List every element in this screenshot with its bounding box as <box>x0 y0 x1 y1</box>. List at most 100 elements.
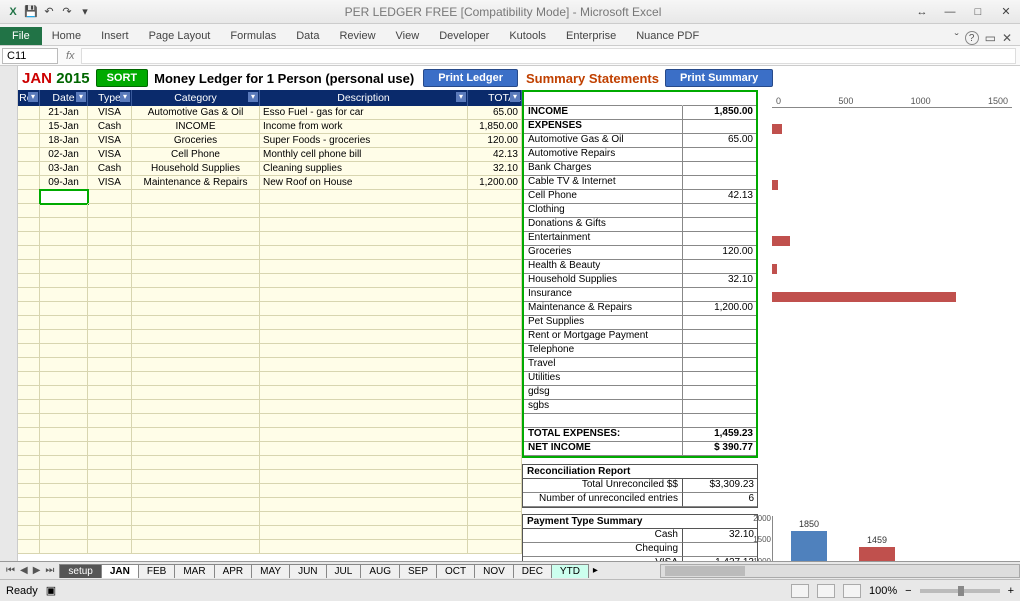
zoom-percent[interactable]: 100% <box>869 585 897 597</box>
cell-type[interactable] <box>88 246 132 260</box>
cell-rec[interactable] <box>18 288 40 302</box>
cell-total[interactable] <box>468 260 522 274</box>
cell-rec[interactable] <box>18 330 40 344</box>
ribbon-tab[interactable]: Home <box>42 27 91 45</box>
cell-type[interactable]: Cash <box>88 162 132 176</box>
ledger-row[interactable] <box>18 400 522 414</box>
cell-description[interactable]: New Roof on House <box>260 176 468 190</box>
cell-description[interactable] <box>260 540 468 554</box>
cell-total[interactable] <box>468 456 522 470</box>
ledger-row[interactable] <box>18 456 522 470</box>
cell-rec[interactable] <box>18 134 40 148</box>
cell-date[interactable] <box>40 218 88 232</box>
view-pagebreak-button[interactable] <box>843 584 861 598</box>
cell-date[interactable] <box>40 386 88 400</box>
zoom-out-button[interactable]: − <box>905 585 911 597</box>
cell-date[interactable] <box>40 484 88 498</box>
cell-category[interactable] <box>132 540 260 554</box>
cell-description[interactable] <box>260 512 468 526</box>
cell-category[interactable] <box>132 246 260 260</box>
cell-category[interactable] <box>132 372 260 386</box>
cell-type[interactable]: Cash <box>88 120 132 134</box>
cell-total[interactable] <box>468 400 522 414</box>
cell-category[interactable] <box>132 232 260 246</box>
cell-category[interactable] <box>132 386 260 400</box>
view-layout-button[interactable] <box>817 584 835 598</box>
tab-first-icon[interactable]: ⏮ <box>4 565 17 576</box>
cell-total[interactable]: 1,200.00 <box>468 176 522 190</box>
ribbon-tab[interactable]: Formulas <box>220 27 286 45</box>
ledger-row[interactable] <box>18 260 522 274</box>
cell-category[interactable]: Groceries <box>132 134 260 148</box>
sheet-tab[interactable]: JUN <box>289 564 326 578</box>
ledger-row[interactable]: 02-JanVISACell PhoneMonthly cell phone b… <box>18 148 522 162</box>
ledger-row[interactable] <box>18 344 522 358</box>
ledger-row[interactable]: 15-JanCashINCOMEIncome from work1,850.00 <box>18 120 522 134</box>
cell-date[interactable] <box>40 400 88 414</box>
cell-date[interactable] <box>40 302 88 316</box>
cell-date[interactable] <box>40 288 88 302</box>
ledger-row[interactable] <box>18 232 522 246</box>
cell-rec[interactable] <box>18 316 40 330</box>
filter-icon[interactable]: ▾ <box>28 92 38 102</box>
ledger-row[interactable] <box>18 526 522 540</box>
cell-type[interactable] <box>88 260 132 274</box>
cell-rec[interactable] <box>18 442 40 456</box>
cell-rec[interactable] <box>18 456 40 470</box>
cell-total[interactable] <box>468 232 522 246</box>
cell-category[interactable]: Household Supplies <box>132 162 260 176</box>
worksheet[interactable]: JAN 2015 SORT Money Ledger for 1 Person … <box>0 66 1020 579</box>
cell-type[interactable]: VISA <box>88 134 132 148</box>
ledger-row[interactable] <box>18 358 522 372</box>
cell-date[interactable] <box>40 274 88 288</box>
cell-total[interactable] <box>468 190 522 204</box>
cell-category[interactable] <box>132 274 260 288</box>
filter-icon[interactable]: ▾ <box>456 92 466 102</box>
cell-type[interactable] <box>88 414 132 428</box>
cell-rec[interactable] <box>18 246 40 260</box>
sheet-tab[interactable]: SEP <box>399 564 437 578</box>
cell-type[interactable] <box>88 470 132 484</box>
ledger-row[interactable] <box>18 498 522 512</box>
maximize-button[interactable]: □ <box>964 3 992 21</box>
ledger-row[interactable] <box>18 204 522 218</box>
cell-rec[interactable] <box>18 470 40 484</box>
cell-category[interactable] <box>132 190 260 204</box>
tab-next-icon[interactable]: ▶ <box>31 565 43 576</box>
cell-description[interactable]: Super Foods - groceries <box>260 134 468 148</box>
cell-date[interactable]: 09-Jan <box>40 176 88 190</box>
ledger-row[interactable]: 09-JanVISAMaintenance & RepairsNew Roof … <box>18 176 522 190</box>
cell-category[interactable] <box>132 330 260 344</box>
cell-description[interactable] <box>260 316 468 330</box>
cell-total[interactable] <box>468 414 522 428</box>
cell-description[interactable] <box>260 218 468 232</box>
cell-date[interactable]: 15-Jan <box>40 120 88 134</box>
cell-rec[interactable] <box>18 400 40 414</box>
cell-category[interactable] <box>132 344 260 358</box>
ledger-row[interactable] <box>18 414 522 428</box>
ledger-row[interactable] <box>18 190 522 204</box>
sheet-tab[interactable]: FEB <box>138 564 175 578</box>
ribbon-tab[interactable]: Data <box>286 27 329 45</box>
cell-category[interactable] <box>132 526 260 540</box>
cell-description[interactable] <box>260 470 468 484</box>
cell-type[interactable] <box>88 386 132 400</box>
sheet-tab[interactable]: AUG <box>360 564 400 578</box>
horizontal-scrollbar[interactable] <box>660 564 1020 578</box>
cell-date[interactable] <box>40 414 88 428</box>
cell-rec[interactable] <box>18 218 40 232</box>
cell-date[interactable] <box>40 316 88 330</box>
filter-icon[interactable]: ▾ <box>76 92 86 102</box>
cell-date[interactable] <box>40 456 88 470</box>
cell-category[interactable] <box>132 358 260 372</box>
cell-category[interactable]: Maintenance & Repairs <box>132 176 260 190</box>
cell-description[interactable]: Income from work <box>260 120 468 134</box>
sheet-tab[interactable]: MAR <box>174 564 214 578</box>
ledger-row[interactable] <box>18 442 522 456</box>
ribbon-tab[interactable]: Insert <box>91 27 139 45</box>
ledger-body[interactable]: 21-JanVISAAutomotive Gas & OilEsso Fuel … <box>18 106 522 554</box>
ledger-row[interactable]: 03-JanCashHousehold SuppliesCleaning sup… <box>18 162 522 176</box>
ledger-row[interactable] <box>18 470 522 484</box>
cell-date[interactable]: 18-Jan <box>40 134 88 148</box>
cell-rec[interactable] <box>18 540 40 554</box>
